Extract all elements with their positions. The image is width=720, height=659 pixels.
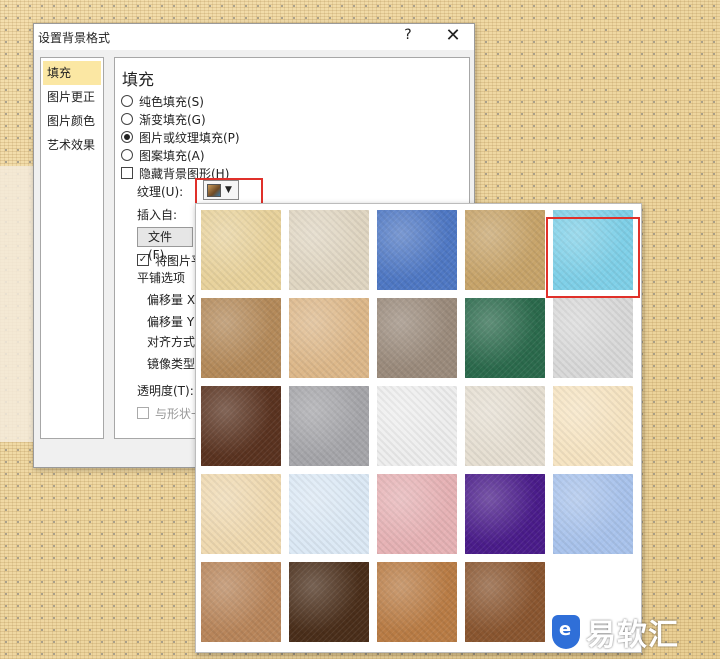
texture-newsprint[interactable] [377,386,457,466]
transparency-label: 透明度(T): [137,384,194,398]
texture-gallery [195,203,642,653]
texture-brown-marble[interactable] [201,386,281,466]
rotate-with-shape-option: 与形状一 [137,404,203,422]
dialog-title: 设置背景格式 [38,31,111,45]
offset-x-label: 偏移量 X [147,293,196,307]
mirror-type-label: 镜像类型 [147,357,196,371]
texture-denim[interactable] [377,210,457,290]
radio-pattern-fill[interactable] [121,149,133,161]
tile-picture-checkbox[interactable]: ✓ [137,254,149,266]
texture-dropdown[interactable]: ▼ [203,180,239,200]
texture-bouquet[interactable] [553,474,633,554]
gradient-fill-option[interactable]: 渐变填充(G) [121,110,206,128]
rotate-with-shape-checkbox [137,407,149,419]
texture-cork[interactable] [201,562,281,642]
texture-white-marble[interactable] [553,298,633,378]
radio-solid-fill[interactable] [121,95,133,107]
picture-texture-fill-label: 图片或纹理填充(P) [139,130,240,145]
solid-fill-option[interactable]: 纯色填充(S) [121,92,204,110]
insert-from-label: 插入自: [137,208,178,222]
texture-parchment[interactable] [553,386,633,466]
texture-recycled-paper[interactable] [465,386,545,466]
texture-green-marble[interactable] [465,298,545,378]
radio-picture-texture-fill[interactable] [121,131,133,143]
texture-medium-wood[interactable] [465,562,545,642]
chevron-down-icon: ▼ [225,185,232,195]
panel-heading: 填充 [122,70,155,89]
texture-oak[interactable] [377,562,457,642]
nav-item-picture-color[interactable]: 图片颜色 [41,109,103,133]
texture-canvas[interactable] [289,210,369,290]
dialog-titlebar: 设置背景格式 ? ✕ [34,24,474,50]
texture-preview-icon [207,183,221,197]
help-button[interactable]: ? [400,27,416,43]
texture-papyrus[interactable] [201,210,281,290]
nav-item-artistic-effects[interactable]: 艺术效果 [41,133,103,157]
texture-sand[interactable] [377,298,457,378]
slide-background-strip [0,166,34,442]
offset-y-label: 偏移量 Y [147,315,195,329]
texture-brown-paper-bag[interactable] [201,298,281,378]
nav-item-picture-corrections[interactable]: 图片更正 [41,85,103,109]
texture-walnut[interactable] [289,562,369,642]
dialog-nav: 填充 图片更正 图片颜色 艺术效果 [40,57,104,439]
tile-picture-option[interactable]: ✓ 将图片平 [137,251,203,269]
tiling-options-label: 平铺选项 [137,271,186,285]
watermark-text: 易软汇 [586,618,679,653]
picture-texture-fill-option[interactable]: 图片或纹理填充(P) [121,128,240,146]
texture-granite[interactable] [289,386,369,466]
hide-background-label: 隐藏背景图形(H) [139,166,230,181]
texture-label: 纹理(U): [137,185,184,199]
texture-water-droplets[interactable] [553,210,633,290]
file-button[interactable]: 文件(F).. [137,227,193,262]
solid-fill-label: 纯色填充(S) [139,94,204,109]
texture-purple-mesh[interactable] [465,474,545,554]
texture-fish-fossil[interactable] [289,298,369,378]
radio-gradient-fill[interactable] [121,113,133,125]
watermark: 易软汇 [552,610,679,654]
pattern-fill-label: 图案填充(A) [139,148,205,163]
hide-background-checkbox[interactable] [121,167,133,179]
texture-woven-mat[interactable] [465,210,545,290]
brand-logo-icon [552,615,580,649]
texture-stationery[interactable] [201,474,281,554]
texture-pink-tissue-paper[interactable] [377,474,457,554]
texture-blue-tissue-paper[interactable] [289,474,369,554]
close-button[interactable]: ✕ [442,25,464,46]
nav-item-fill[interactable]: 填充 [43,61,101,85]
gradient-fill-label: 渐变填充(G) [139,112,206,127]
alignment-label: 对齐方式 [147,335,196,349]
pattern-fill-option[interactable]: 图案填充(A) [121,146,205,164]
